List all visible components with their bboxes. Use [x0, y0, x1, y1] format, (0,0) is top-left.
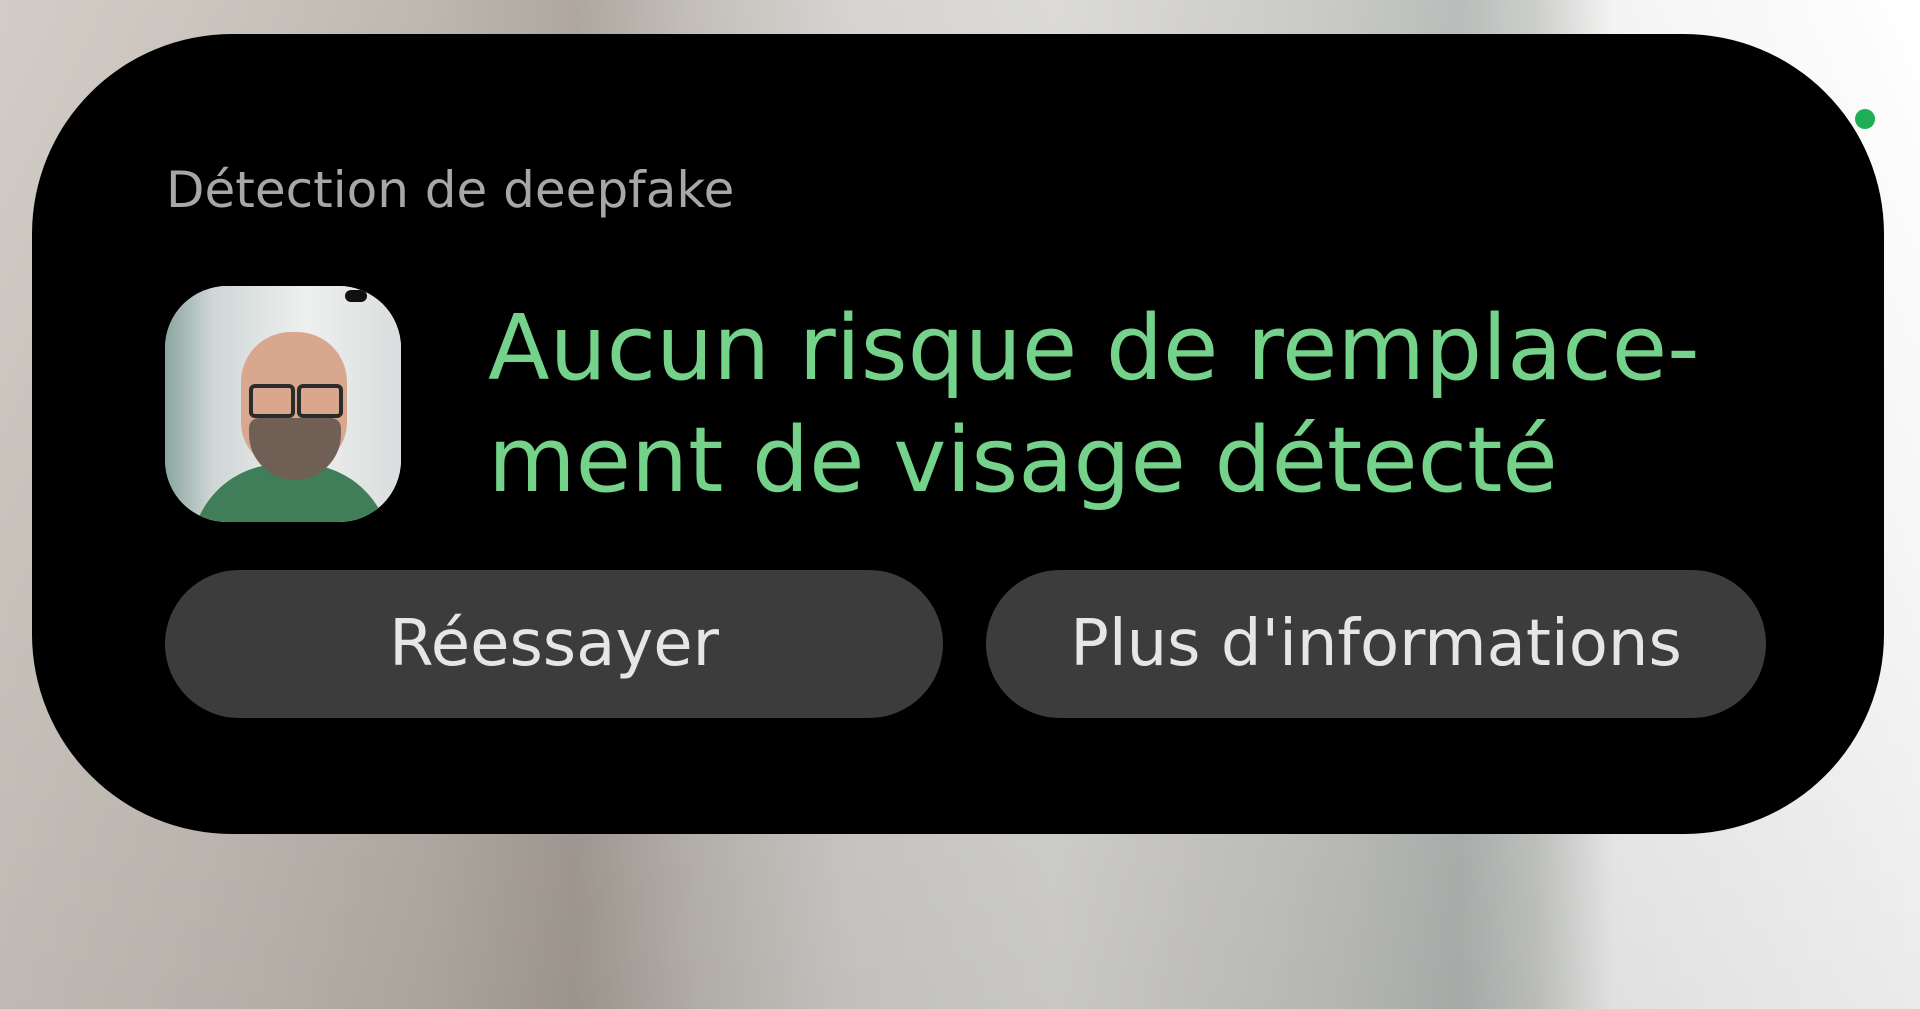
avatar [165, 286, 401, 522]
notification-title: Détection de deepfake [166, 161, 735, 219]
avatar-glasses-right [297, 384, 343, 418]
camera-cutout-icon [345, 290, 367, 302]
privacy-indicator-dot [1855, 109, 1875, 129]
headline-line-1: Aucun risque de remplace- [488, 296, 1700, 401]
avatar-glasses-left [249, 384, 295, 418]
retry-button[interactable]: Réessayer [165, 570, 943, 718]
headline-line-2: ment de visage détecté [488, 408, 1558, 513]
result-headline: Aucun risque de remplace- ment de visage… [488, 293, 1788, 517]
more-info-button[interactable]: Plus d'informations [986, 570, 1766, 718]
